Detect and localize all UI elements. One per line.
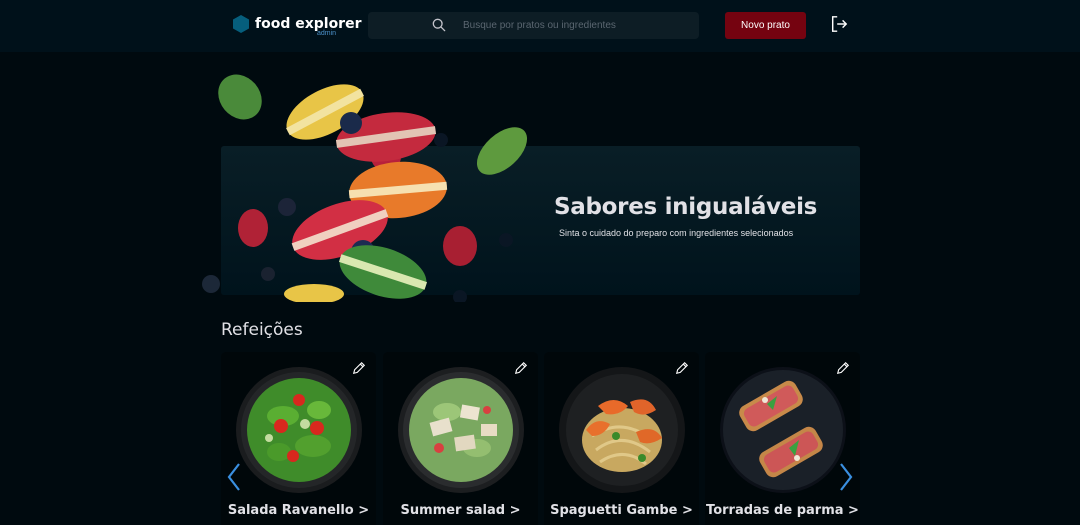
banner-subtitle: Sinta o cuidado do preparo com ingredien… bbox=[559, 228, 794, 238]
logo[interactable]: food explorer admin bbox=[233, 15, 362, 37]
search-input[interactable] bbox=[463, 12, 693, 39]
macarons-image bbox=[202, 74, 528, 302]
new-dish-button[interactable]: Novo prato bbox=[725, 12, 806, 39]
chevron-right-icon[interactable] bbox=[838, 462, 854, 492]
dish-card[interactable]: Torradas de parma > bbox=[705, 352, 860, 525]
dish-card[interactable]: Summer salad > bbox=[383, 352, 538, 525]
dish-card[interactable]: Spaguetti Gambe > bbox=[544, 352, 699, 525]
search-bar[interactable] bbox=[368, 12, 699, 39]
hexagon-logo-icon bbox=[233, 15, 249, 33]
chevron-left-icon[interactable] bbox=[226, 462, 242, 492]
search-icon bbox=[432, 18, 446, 32]
dish-image bbox=[398, 367, 524, 493]
logo-admin-badge: admin bbox=[317, 30, 337, 37]
dish-name[interactable]: Summer salad > bbox=[383, 503, 538, 518]
dish-image bbox=[720, 367, 846, 493]
dish-image bbox=[236, 367, 362, 493]
logo-text: food explorer bbox=[255, 16, 362, 32]
banner-title: Sabores inigualáveis bbox=[554, 194, 818, 220]
dish-image bbox=[559, 367, 685, 493]
logout-icon[interactable] bbox=[830, 15, 848, 33]
header: food explorer admin Novo prato bbox=[0, 0, 1080, 52]
dish-name[interactable]: Spaguetti Gambe > bbox=[544, 503, 699, 518]
dish-card[interactable]: Salada Ravanello > bbox=[221, 352, 376, 525]
section-title: Refeições bbox=[221, 320, 303, 340]
dish-name[interactable]: Torradas de parma > bbox=[705, 503, 860, 518]
dish-name[interactable]: Salada Ravanello > bbox=[221, 503, 376, 518]
